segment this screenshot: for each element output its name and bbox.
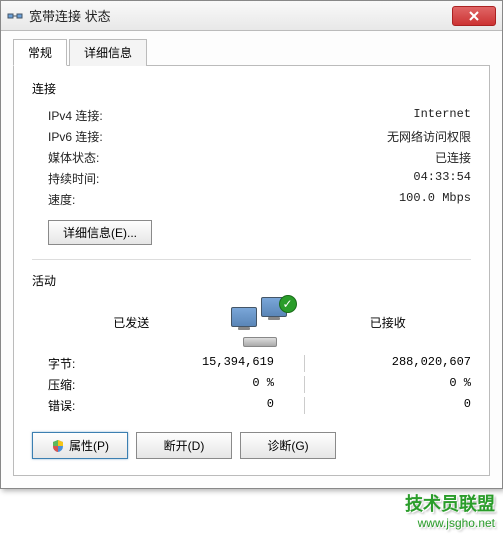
speed-row: 速度: 100.0 Mbps: [32, 189, 471, 210]
connection-section-title: 连接: [32, 80, 471, 97]
tab-general[interactable]: 常规: [13, 39, 67, 66]
speed-label: 速度:: [48, 191, 75, 208]
divider: [304, 376, 305, 393]
activity-section-title: 活动: [32, 272, 471, 289]
divider: [304, 355, 305, 372]
duration-label: 持续时间:: [48, 170, 99, 187]
errors-recv: 0: [315, 397, 471, 414]
media-row: 媒体状态: 已连接: [32, 147, 471, 168]
bytes-label: 字节:: [48, 355, 118, 372]
watermark: 技术员联盟 www.jsgho.net: [405, 490, 495, 530]
close-button[interactable]: [452, 6, 496, 26]
details-button[interactable]: 详细信息(E)...: [48, 220, 152, 245]
compress-sent: 0 %: [118, 376, 294, 393]
errors-label: 错误:: [48, 397, 118, 414]
properties-button[interactable]: 属性(P): [32, 432, 128, 459]
window-title: 宽带连接 状态: [29, 6, 452, 25]
close-icon: [469, 11, 479, 21]
properties-label: 属性(P): [69, 437, 109, 454]
activity-header: 已发送 ✓ 已接收: [32, 297, 471, 347]
ipv4-value: Internet: [413, 107, 471, 124]
tab-panel: 连接 IPv4 连接: Internet IPv6 连接: 无网络访问权限 媒体…: [13, 66, 490, 476]
tab-details[interactable]: 详细信息: [69, 39, 147, 66]
compress-row: 压缩: 0 % 0 %: [32, 374, 471, 395]
tab-strip: 常规 详细信息: [13, 39, 490, 66]
ipv6-value: 无网络访问权限: [387, 128, 471, 145]
compress-recv: 0 %: [315, 376, 471, 393]
recv-header: 已接收: [305, 314, 472, 331]
media-label: 媒体状态:: [48, 149, 99, 166]
sent-header: 已发送: [48, 314, 215, 331]
checkmark-icon: ✓: [279, 295, 297, 313]
bytes-sent: 15,394,619: [118, 355, 294, 372]
button-row: 属性(P) 断开(D) 诊断(G): [32, 432, 471, 459]
diagnose-button[interactable]: 诊断(G): [240, 432, 336, 459]
ipv6-label: IPv6 连接:: [48, 128, 103, 145]
duration-value: 04:33:54: [413, 170, 471, 187]
titlebar: 宽带连接 状态: [1, 1, 502, 31]
media-value: 已连接: [435, 149, 471, 166]
watermark-url: www.jsgho.net: [405, 516, 495, 530]
disconnect-button[interactable]: 断开(D): [136, 432, 232, 459]
connection-icon: [7, 10, 23, 22]
ipv6-row: IPv6 连接: 无网络访问权限: [32, 126, 471, 147]
content-area: 常规 详细信息 连接 IPv4 连接: Internet IPv6 连接: 无网…: [1, 31, 502, 488]
status-dialog: 宽带连接 状态 常规 详细信息 连接 IPv4 连接: Internet IPv…: [0, 0, 503, 489]
divider: [304, 397, 305, 414]
ipv4-label: IPv4 连接:: [48, 107, 103, 124]
bytes-row: 字节: 15,394,619 288,020,607: [32, 353, 471, 374]
shield-icon: [51, 439, 65, 453]
watermark-text: 技术员联盟: [405, 494, 495, 514]
compress-label: 压缩:: [48, 376, 118, 393]
separator: [32, 259, 471, 260]
monitor-front-icon: [231, 307, 257, 327]
bytes-recv: 288,020,607: [315, 355, 471, 372]
duration-row: 持续时间: 04:33:54: [32, 168, 471, 189]
errors-sent: 0: [118, 397, 294, 414]
network-activity-icon: ✓: [215, 297, 305, 347]
errors-row: 错误: 0 0: [32, 395, 471, 416]
disk-icon: [243, 337, 277, 347]
ipv4-row: IPv4 连接: Internet: [32, 105, 471, 126]
speed-value: 100.0 Mbps: [399, 191, 471, 208]
